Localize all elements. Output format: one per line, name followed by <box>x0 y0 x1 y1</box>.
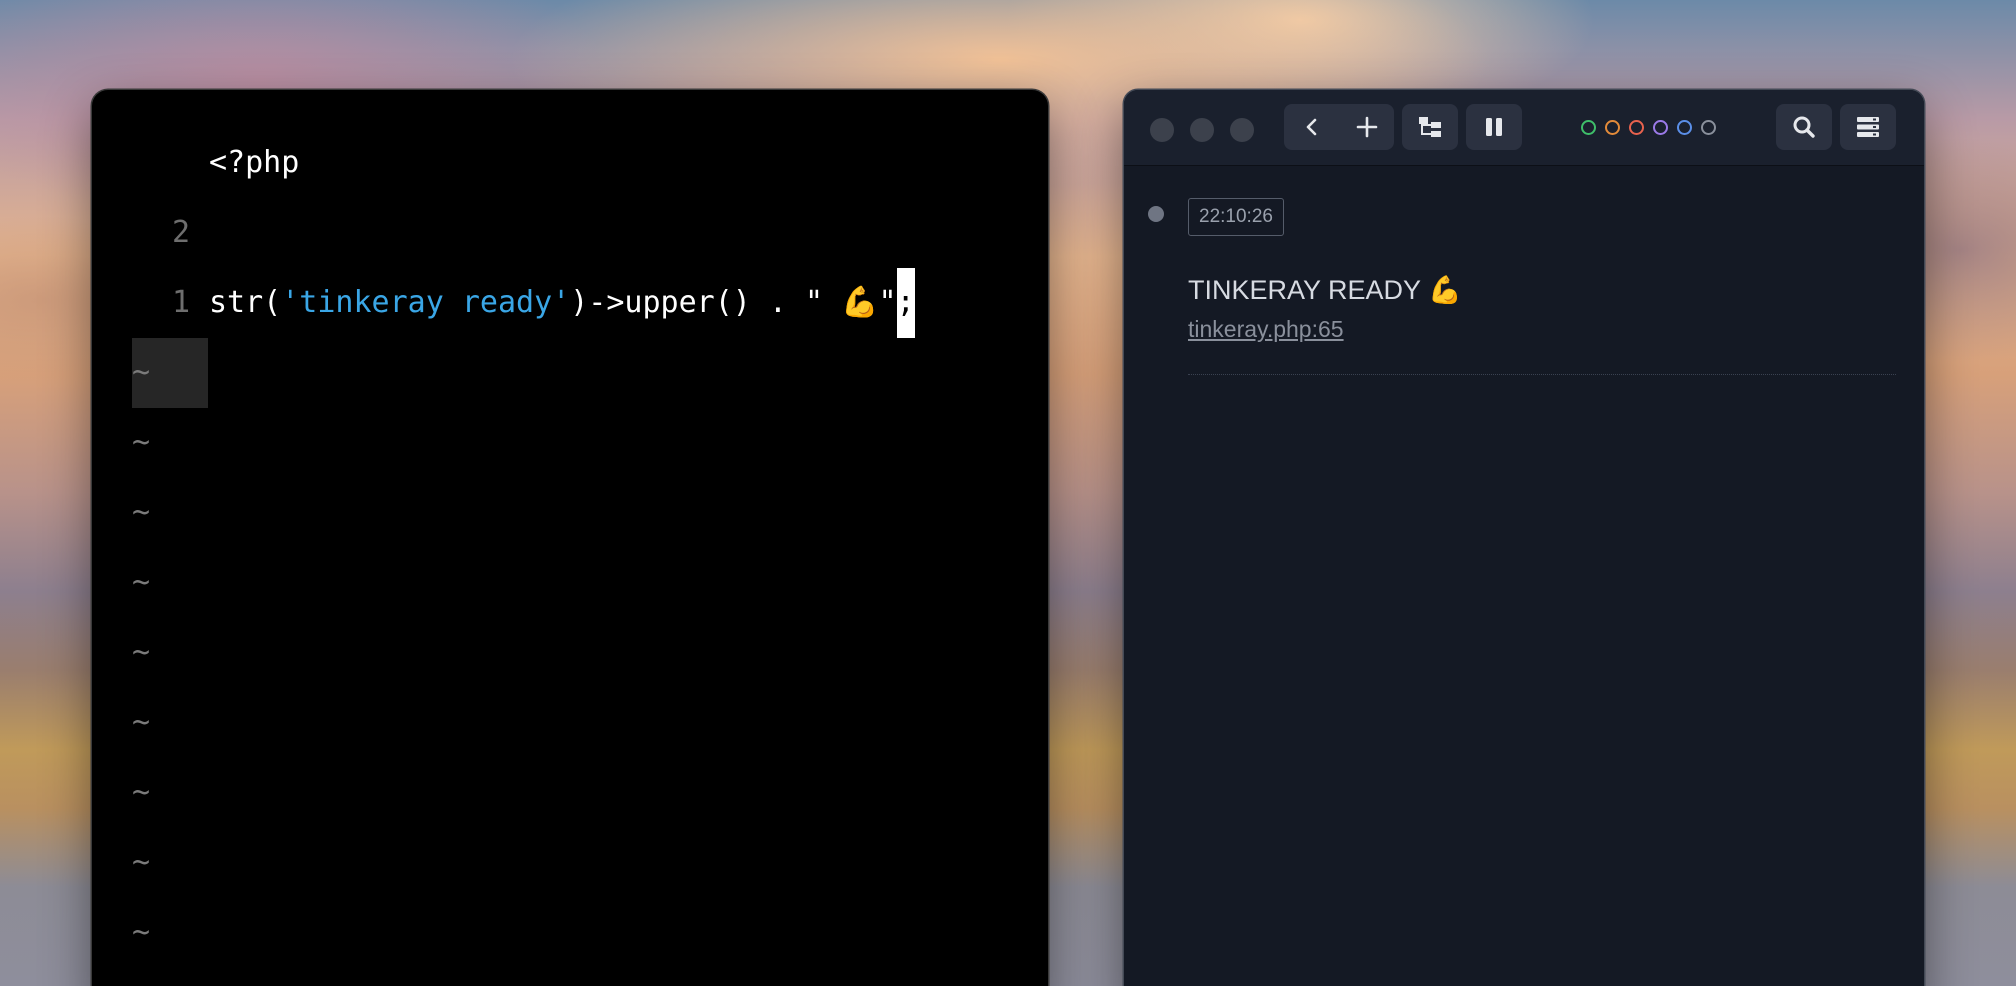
terminal-window[interactable]: 2 <?php 1 str('tinkeray ready')->upper()… <box>92 90 1048 986</box>
back-icon <box>1306 118 1316 136</box>
pause-icon <box>1486 118 1502 136</box>
entry-separator <box>1188 374 1896 375</box>
code-text: str('tinkeray ready')->upper() . " 💪"; <box>209 268 915 338</box>
color-filter-red[interactable] <box>1629 120 1644 135</box>
text-cursor: ; <box>896 268 915 338</box>
string-literal: 'tinkeray ready' <box>281 285 571 320</box>
search-button[interactable] <box>1776 104 1832 150</box>
empty-line-marker: ~ <box>132 845 151 880</box>
empty-line-marker: ~ <box>132 915 151 950</box>
servers-group <box>1840 104 1896 150</box>
empty-line-marker: ~ <box>132 635 151 670</box>
code-fragment: )->upper() . " 💪" <box>570 285 897 320</box>
server-icon <box>1857 117 1879 137</box>
plus-icon <box>1356 116 1377 138</box>
hierarchy-group <box>1402 104 1458 150</box>
minimize-window-button[interactable] <box>1190 118 1214 142</box>
color-filter-purple[interactable] <box>1653 120 1668 135</box>
servers-button[interactable] <box>1840 104 1896 150</box>
hierarchy-button[interactable] <box>1402 104 1458 150</box>
code-fragment: str( <box>209 285 282 320</box>
entry-bullet <box>1148 206 1164 222</box>
code-text: <?php <box>209 145 300 180</box>
code-line[interactable]: 1 <box>92 198 1048 320</box>
toolbar <box>1124 90 1924 166</box>
pause-button[interactable] <box>1466 104 1522 150</box>
entry-origin-link[interactable]: tinkeray.php:65 <box>1188 312 1344 346</box>
pause-group <box>1466 104 1522 150</box>
empty-line-marker: ~ <box>132 495 151 530</box>
color-filter-green[interactable] <box>1581 120 1596 135</box>
empty-line-marker: ~ <box>132 355 151 390</box>
ray-window: 22:10:26 TINKERAY READY 💪 tinkeray.php:6… <box>1124 90 1924 986</box>
empty-line-marker: ~ <box>132 705 151 740</box>
navigation-group <box>1284 104 1394 150</box>
search-icon <box>1793 116 1815 138</box>
entry-timestamp: 22:10:26 <box>1188 198 1284 236</box>
empty-line-marker: ~ <box>132 775 151 810</box>
color-filter-gray[interactable] <box>1701 120 1716 135</box>
desktop-background: 2 <?php 1 str('tinkeray ready')->upper()… <box>0 0 2016 986</box>
entry-output: TINKERAY READY 💪 <box>1188 275 1462 305</box>
close-window-button[interactable] <box>1150 118 1174 142</box>
code-line-current[interactable]: str('tinkeray ready')->upper() . " 💪"; <box>92 268 1048 408</box>
back-button[interactable] <box>1284 104 1339 150</box>
empty-line-marker: ~ <box>132 565 151 600</box>
zoom-window-button[interactable] <box>1230 118 1254 142</box>
empty-line-marker: ~ <box>132 425 151 460</box>
color-filter-blue[interactable] <box>1677 120 1692 135</box>
search-group <box>1776 104 1832 150</box>
new-screen-button[interactable] <box>1339 104 1394 150</box>
hierarchy-icon <box>1419 117 1441 137</box>
color-filter-orange[interactable] <box>1605 120 1620 135</box>
code-line[interactable]: 2 <?php <box>92 128 1048 250</box>
